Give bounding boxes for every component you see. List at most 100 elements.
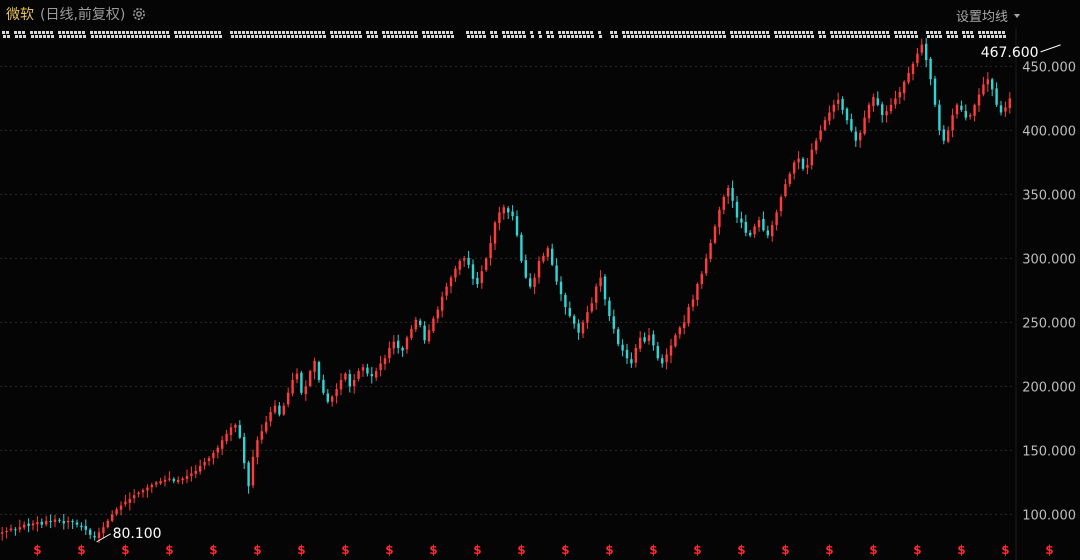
candle	[141, 488, 145, 498]
ma-setting-dropdown[interactable]: 设置均线	[956, 6, 1020, 25]
candle	[427, 324, 431, 344]
indicator-mark	[98, 31, 101, 34]
chart-header: 微软 (日线,前复权) 设置均线	[0, 0, 1080, 28]
dividend-marker[interactable]: $	[737, 543, 745, 557]
candle	[27, 518, 30, 533]
candle-body	[828, 112, 831, 121]
indicator-mark	[199, 35, 202, 38]
indicator-mark	[962, 31, 965, 34]
indicator-mark	[246, 31, 249, 34]
indicator-mark	[802, 31, 805, 34]
candle	[581, 319, 585, 339]
candle-body	[678, 327, 682, 335]
indicator-mark	[15, 35, 18, 38]
indicator-mark	[74, 31, 77, 34]
stock-name[interactable]: 微软	[6, 4, 34, 24]
candle	[960, 100, 963, 112]
dividend-marker[interactable]: $	[385, 543, 393, 557]
dividend-marker[interactable]: $	[165, 543, 173, 557]
candle	[660, 354, 664, 368]
indicator-mark	[335, 35, 338, 38]
candle	[696, 282, 699, 307]
candle	[652, 330, 655, 351]
dividend-marker[interactable]: $	[429, 543, 437, 557]
candle	[682, 315, 686, 335]
candle-body	[71, 520, 74, 523]
price-chart[interactable]: 100.000 150.000 200.000 250.000 300.000 350.0…	[0, 28, 1080, 560]
indicator-mark	[710, 31, 713, 34]
candle	[924, 37, 928, 68]
title-group: 微软 (日线,前复权)	[6, 4, 147, 24]
candle	[383, 354, 387, 370]
dividend-marker[interactable]: $	[33, 543, 41, 557]
indicator-mark	[334, 31, 337, 34]
candle	[841, 96, 844, 115]
dividend-marker[interactable]: $	[517, 543, 525, 557]
candle	[124, 494, 127, 507]
indicator-mark	[587, 35, 590, 38]
dividend-marker[interactable]: $	[341, 543, 349, 557]
candle-body	[700, 273, 704, 285]
indicator-mark	[839, 35, 842, 38]
candle-body	[612, 316, 616, 329]
annotation-pointer	[1040, 44, 1061, 53]
indicator-mark	[395, 35, 398, 38]
dividend-marker[interactable]: $	[473, 543, 481, 557]
candle	[586, 305, 589, 329]
candle	[0, 527, 4, 541]
candle	[251, 449, 255, 489]
candle-body	[990, 79, 994, 90]
candle	[44, 515, 48, 527]
dividend-marker[interactable]: $	[913, 543, 921, 557]
dividend-marker[interactable]: $	[869, 543, 877, 557]
indicator-mark	[559, 35, 562, 38]
dividend-marker[interactable]: $	[209, 543, 217, 557]
candle-body	[379, 363, 382, 371]
dividend-marker[interactable]: $	[1045, 543, 1053, 557]
indicator-mark	[426, 31, 429, 34]
dividend-marker[interactable]: $	[561, 543, 569, 557]
candle	[242, 432, 246, 469]
candle-body	[75, 522, 79, 525]
candle-body	[894, 98, 897, 105]
indicator-mark	[830, 31, 833, 34]
dividend-marker[interactable]: $	[1001, 543, 1009, 557]
candle-body	[150, 484, 154, 488]
dividend-marker[interactable]: $	[825, 543, 833, 557]
candle-body	[876, 98, 880, 105]
candle	[229, 423, 233, 441]
dividend-marker[interactable]: $	[605, 543, 613, 557]
dividend-marker[interactable]: $	[77, 543, 85, 557]
indicator-mark	[915, 35, 918, 38]
indicator-mark	[519, 35, 522, 38]
candle	[608, 297, 611, 321]
candle-body	[942, 129, 946, 141]
dividend-marker[interactable]: $	[781, 543, 789, 557]
dividend-marker[interactable]: $	[121, 543, 129, 557]
candle-body	[594, 286, 598, 303]
indicator-mark	[142, 31, 145, 34]
indicator-mark	[902, 31, 905, 34]
candle	[990, 77, 994, 97]
candle	[322, 374, 325, 395]
candle-body	[713, 226, 717, 243]
dividend-marker[interactable]: $	[297, 543, 305, 557]
indicator-mark	[758, 31, 761, 34]
candle	[625, 343, 629, 364]
dividend-marker[interactable]: $	[957, 543, 965, 557]
dividend-marker[interactable]: $	[253, 543, 261, 557]
indicator-mark	[202, 31, 205, 34]
indicator-mark	[394, 31, 397, 34]
candle-body	[832, 104, 836, 112]
candle	[594, 283, 598, 310]
candle-body	[603, 276, 607, 300]
dividend-marker[interactable]: $	[693, 543, 701, 557]
candle	[577, 319, 580, 340]
dividend-marker[interactable]: $	[649, 543, 657, 557]
indicator-mark	[215, 35, 218, 38]
indicator-mark	[359, 35, 362, 38]
gear-icon[interactable]	[131, 6, 147, 22]
candle	[203, 457, 206, 470]
indicator-mark	[1002, 31, 1005, 34]
indicator-mark	[754, 31, 757, 34]
